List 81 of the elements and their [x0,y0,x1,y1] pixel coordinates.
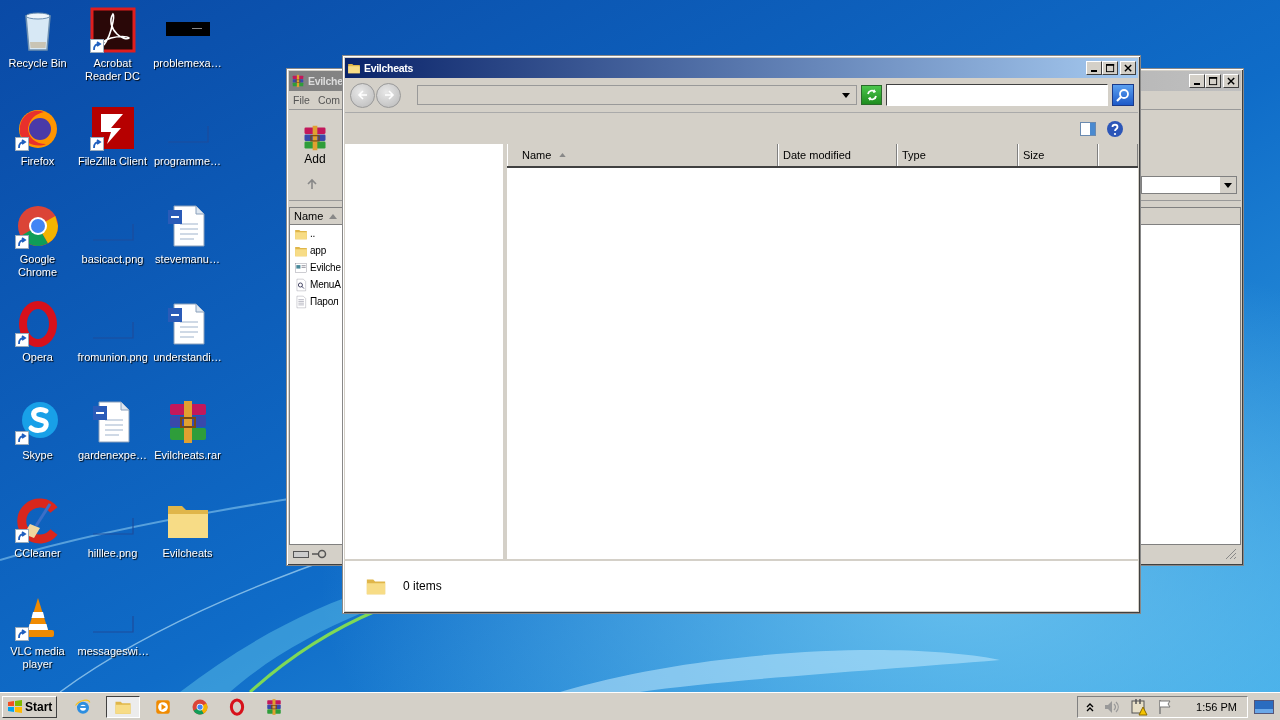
books-icon [291,74,305,88]
refresh-icon [864,88,879,102]
desktop-icon-label[interactable]: FileZilla Client [77,155,148,168]
desktop-icon-label[interactable]: Recycle Bin [8,57,67,70]
item-count: 0 items [403,579,442,593]
desktop-icon-label[interactable]: stevemanu… [155,253,220,266]
flag-icon[interactable] [1157,698,1174,715]
desktop-icon-label[interactable]: basicact.png [81,253,144,266]
desktop-icon-label[interactable]: understandi… [153,351,222,364]
desktop-icon-label[interactable]: Opera [22,351,53,364]
text-file-icon [294,294,308,309]
up-arrow-icon [306,178,318,190]
globe-icon [74,697,93,716]
search-field[interactable] [886,84,1108,106]
books-icon [265,697,284,716]
shortcut-file-icon [294,277,308,292]
desktop-icon-label[interactable]: hilllee.png [87,547,138,560]
search-button[interactable] [1112,84,1134,106]
maximize-icon [1105,63,1115,73]
desktop-icon-label[interactable]: CCleaner [14,547,61,560]
column-header[interactable]: Date modified [778,144,897,166]
desktop-icon-label[interactable]: Acrobat Reader DC [77,57,148,83]
close-icon [1123,63,1133,73]
play-icon [154,697,173,716]
desktop-icon-label[interactable]: VLC media player [2,645,73,671]
minimize-icon [1194,82,1200,85]
preview-pane-icon[interactable] [1080,120,1096,137]
dropdown-arrow-icon [1224,182,1232,188]
help-icon[interactable] [1106,119,1124,138]
circle-logo-icon [191,697,210,716]
column-header[interactable]: Size [1018,144,1098,166]
desktop-icon-label[interactable]: programme… [153,155,222,168]
file-name[interactable]: app [310,245,327,256]
path-dropdown[interactable] [1141,176,1237,194]
desktop-icon-label[interactable]: Firefox [20,155,55,168]
desktop-icon-label[interactable]: Evilcheats.rar [154,449,221,462]
taskbar-folder-button[interactable] [106,695,141,718]
close-icon [1226,76,1236,86]
desktop-icon-label[interactable]: problemexa… [153,57,222,70]
dropdown-arrow-icon [842,92,850,98]
column-header[interactable]: Name [290,208,340,224]
key-icon [311,549,327,559]
sort-caret-icon [329,213,338,219]
maximize-icon [1208,76,1218,86]
window-title: Evilche [308,75,343,87]
window-title: Evilcheats [364,62,413,74]
clock[interactable]: 1:56 PM [1196,700,1237,713]
resize-grip-icon[interactable] [1225,548,1237,560]
drive-icon [293,549,309,559]
menu-item[interactable]: Com [317,94,341,106]
close-button[interactable] [1120,61,1136,75]
desktop-icon-label[interactable]: gardenexpe… [77,449,148,462]
desktop-icon-label[interactable]: fromunion.png [77,351,148,364]
show-desktop-icon[interactable] [1254,699,1274,714]
desktop-icon-label[interactable]: Skype [22,449,53,462]
minimize-button[interactable] [1086,61,1102,75]
add-button[interactable]: Add [301,124,329,166]
folder-icon [347,61,361,75]
network-warning-icon[interactable] [1130,697,1149,716]
swirl-logo-icon[interactable] [88,6,137,54]
back-arrow-icon [356,89,369,101]
windows-logo-icon [7,698,23,715]
maximize-button[interactable] [1102,61,1118,75]
file-name[interactable]: Парол [310,296,339,307]
desktop-icon-label[interactable]: Google Chrome [2,253,73,279]
column-header[interactable]: Type [897,144,1018,166]
chevron-up-icon[interactable] [1086,701,1095,712]
file-name[interactable]: Evilche [310,262,341,273]
start-button[interactable]: Start [2,695,58,718]
forward-arrow-icon [382,89,395,101]
ring-logo-icon [228,697,247,716]
column-header [1098,144,1138,166]
search-icon [1116,88,1130,102]
desktop-icon-label[interactable]: messageswi… [77,645,148,658]
file-name[interactable]: MenuA [310,279,341,290]
column-header[interactable]: Name [507,144,778,166]
menu-item[interactable]: File [293,94,310,106]
file-name[interactable]: .. [310,228,316,239]
refresh-button[interactable] [861,85,882,105]
desktop-icon-label[interactable]: Evilcheats [162,547,213,560]
program-icon [294,260,308,275]
